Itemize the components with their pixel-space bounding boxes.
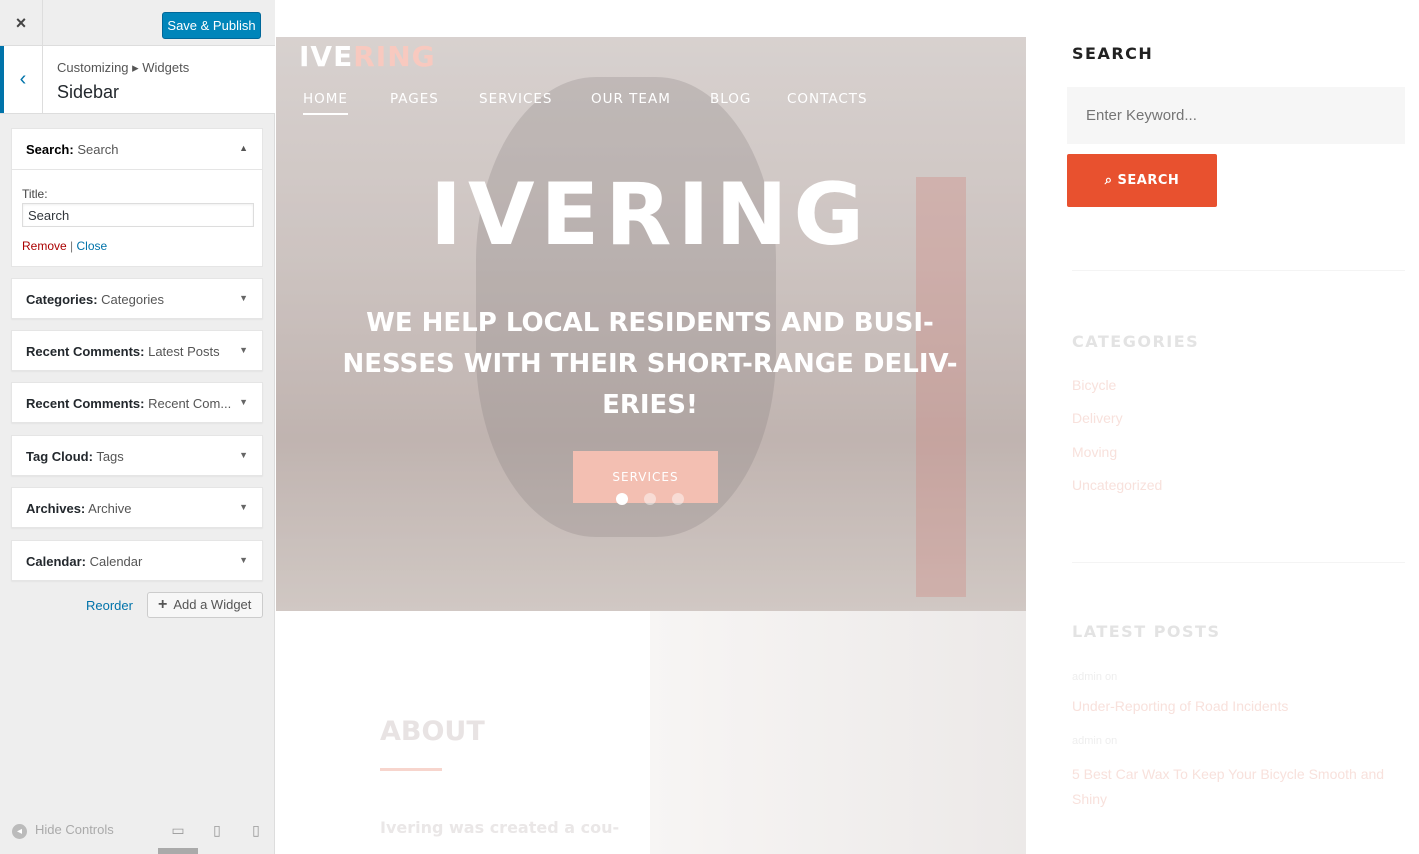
nav-home[interactable]: HOME — [303, 91, 348, 115]
about-image — [650, 611, 1026, 854]
nav-blog[interactable]: BLOG — [710, 91, 751, 107]
hero-title: IVERING — [429, 165, 871, 265]
logo-part-2: RING — [353, 40, 436, 73]
title-field[interactable] — [22, 203, 254, 227]
widget-title: Tags — [96, 449, 124, 464]
widget-recent-comments-2[interactable]: Recent Comments: Recent Com... ▼ — [11, 382, 263, 423]
widget-type: Search: — [26, 142, 74, 157]
logo-part-1: IVE — [299, 40, 354, 73]
site-preview: IVERING HOME PAGES SERVICES OUR TEAM BLO… — [275, 0, 1419, 854]
breadcrumb: Customizing ▸ Widgets — [57, 60, 190, 75]
sidebar-search-title: SEARCH — [1072, 44, 1154, 63]
search-icon: ⌕ — [1104, 173, 1118, 188]
about-title: ABOUT — [380, 716, 485, 747]
widget-title: Latest Posts — [148, 344, 220, 359]
site-logo[interactable]: IVERING — [299, 40, 436, 73]
category-link[interactable]: Delivery — [1072, 410, 1123, 426]
divider — [1072, 270, 1405, 271]
widget-tag-cloud[interactable]: Tag Cloud: Tags ▼ — [11, 435, 263, 476]
widget-title: Calendar — [89, 554, 143, 569]
widget-title: Search — [77, 142, 119, 157]
widget-type: Calendar: — [26, 554, 86, 569]
categories-title: CATEGORIES — [1072, 332, 1200, 351]
customizer-panel: × Save & Publish ‹ Customizing ▸ Widgets… — [0, 0, 275, 854]
reorder-link[interactable]: Reorder — [86, 598, 133, 613]
caret-down-icon[interactable]: ▼ — [239, 450, 248, 460]
caret-down-icon[interactable]: ▼ — [239, 397, 248, 407]
widget-type: Tag Cloud: — [26, 449, 93, 464]
widget-archives[interactable]: Archives: Archive ▼ — [11, 487, 263, 528]
caret-down-icon[interactable]: ▼ — [239, 345, 248, 355]
category-link[interactable]: Bicycle — [1072, 377, 1116, 393]
widget-header[interactable]: Search: Search ▲ — [12, 129, 262, 170]
chevron-left-icon[interactable]: ‹ — [0, 46, 43, 113]
nav-pages[interactable]: PAGES — [390, 91, 439, 107]
hide-controls-label: Hide Controls — [35, 822, 114, 837]
search-button-label: SEARCH — [1117, 173, 1180, 188]
search-button[interactable]: ⌕ SEARCH — [1067, 154, 1217, 207]
slider-dot[interactable] — [644, 493, 656, 505]
customizer-footer: ◂ Hide Controls ▭ ▯ ▯ — [0, 810, 275, 854]
about-divider — [380, 768, 442, 771]
customizer-header: × Save & Publish — [0, 0, 275, 46]
nav-services[interactable]: SERVICES — [479, 91, 552, 107]
widget-type: Recent Comments: — [26, 396, 145, 411]
mobile-icon[interactable]: ▯ — [248, 822, 264, 838]
widget-type: Archives: — [26, 501, 86, 516]
save-publish-button[interactable]: Save & Publish — [162, 12, 261, 39]
caret-down-icon[interactable]: ▼ — [239, 502, 248, 512]
widget-recent-comments[interactable]: Recent Comments: Latest Posts ▼ — [11, 330, 263, 371]
collapse-icon: ◂ — [12, 824, 27, 839]
widget-title: Categories — [101, 292, 165, 307]
about-text: Ivering was created a cou- — [380, 818, 620, 837]
desktop-icon[interactable]: ▭ — [170, 822, 186, 838]
post-meta: admin on — [1072, 671, 1118, 683]
close-link[interactable]: Close — [77, 239, 108, 253]
widget-search: Search: Search ▲ Title: Remove | Close — [11, 128, 263, 267]
widget-actions: Remove | Close — [22, 239, 107, 253]
caret-up-icon[interactable]: ▲ — [239, 143, 248, 153]
widget-title: Archive — [88, 501, 132, 516]
close-icon[interactable]: × — [0, 0, 43, 46]
section-header: ‹ Customizing ▸ Widgets Sidebar — [0, 46, 275, 114]
add-widget-label: Add a Widget — [173, 597, 252, 612]
caret-down-icon[interactable]: ▼ — [239, 555, 248, 565]
title-label: Title: — [22, 187, 48, 201]
nav-contacts[interactable]: CONTACTS — [787, 91, 868, 107]
caret-down-icon[interactable]: ▼ — [239, 293, 248, 303]
search-input[interactable] — [1067, 87, 1405, 144]
widget-type: Categories: — [26, 292, 98, 307]
remove-link[interactable]: Remove — [22, 239, 67, 253]
widget-calendar[interactable]: Calendar: Calendar ▼ — [11, 540, 263, 581]
widget-categories[interactable]: Categories: Categories ▼ — [11, 278, 263, 319]
slider-dot[interactable] — [672, 493, 684, 505]
device-indicator — [158, 848, 198, 854]
widget-type: Recent Comments: — [26, 344, 145, 359]
section-title: Sidebar — [57, 82, 120, 102]
category-link[interactable]: Moving — [1072, 444, 1117, 460]
separator: | — [70, 239, 74, 253]
post-meta: admin on — [1072, 735, 1118, 747]
divider — [1072, 562, 1405, 563]
post-link[interactable]: 5 Best Car Wax To Keep Your Bicycle Smoo… — [1072, 762, 1392, 812]
post-link[interactable]: Under-Reporting of Road Incidents — [1072, 698, 1288, 714]
category-link[interactable]: Uncategorized — [1072, 477, 1162, 493]
slider-dot[interactable] — [616, 493, 628, 505]
nav-our-team[interactable]: OUR TEAM — [591, 91, 671, 107]
hero-subtitle: WE HELP LOCAL RESIDENTS AND BUSI- NESSES… — [342, 308, 958, 420]
add-widget-button[interactable]: + Add a Widget — [147, 592, 263, 618]
latest-posts-title: LATEST POSTS — [1072, 622, 1221, 641]
tablet-icon[interactable]: ▯ — [209, 822, 225, 838]
plus-icon: + — [158, 596, 168, 613]
widget-title: Recent Com... — [148, 396, 232, 411]
hide-controls-button[interactable]: ◂ Hide Controls — [12, 822, 114, 839]
